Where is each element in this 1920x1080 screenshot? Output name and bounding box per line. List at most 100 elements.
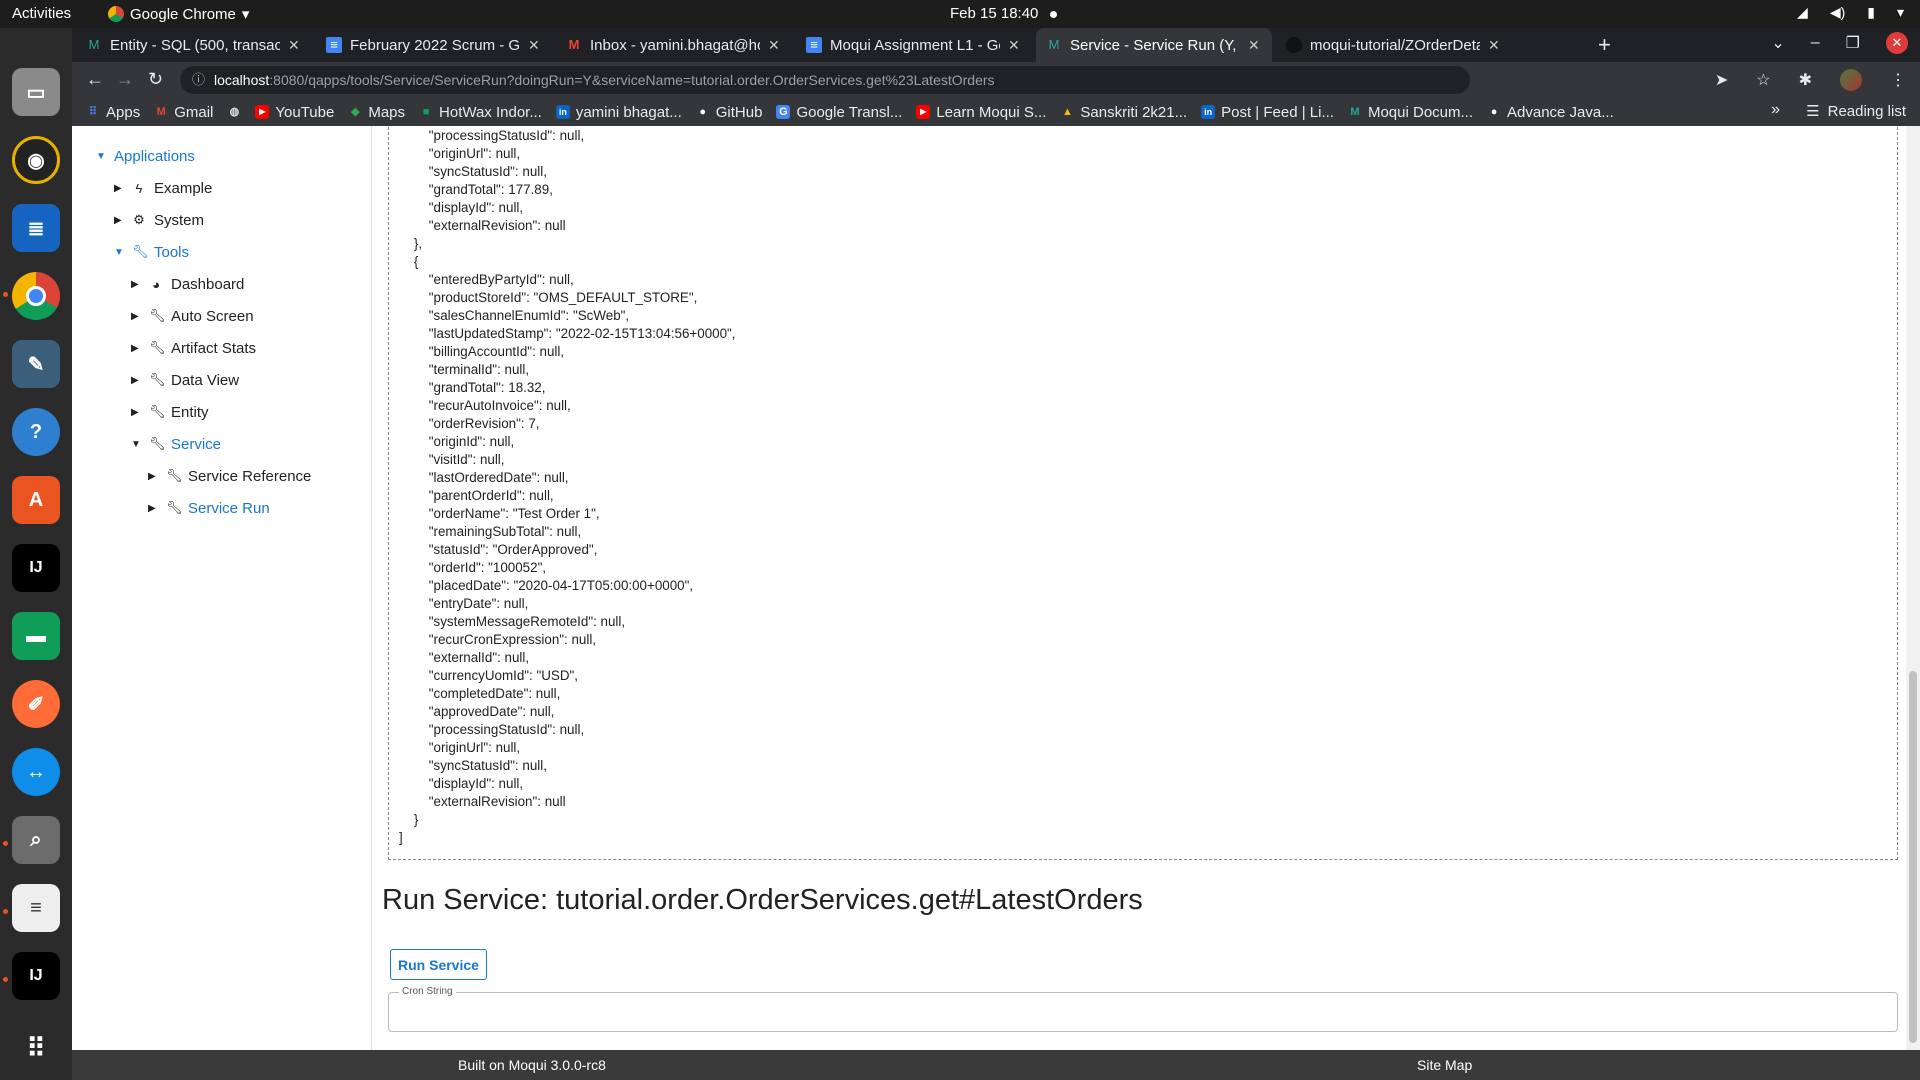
postman-icon[interactable]: ✐ [12, 680, 60, 728]
moqui-icon: M [88, 37, 100, 52]
sidebar-item-system[interactable]: ▶ ⚙ System [114, 210, 204, 230]
bookmark-label: Post | Feed | Li... [1221, 103, 1334, 121]
menu-icon[interactable]: ⋮ [1890, 70, 1906, 90]
bookmark-linkedin-feed[interactable]: in Post | Feed | Li... [1201, 104, 1334, 121]
bookmark-learn-moqui[interactable]: ▶ Learn Moqui S... [916, 104, 1046, 121]
tab-strip: M Entity - SQL (500, transaction ✕ ≡ Feb… [72, 28, 1920, 62]
app-menu[interactable]: Google Chrome ▾ [108, 5, 249, 23]
rhythmbox-icon[interactable]: ◉ [12, 136, 60, 184]
sidebar-item-service-reference[interactable]: ▶ 🔧︎ Service Reference [148, 466, 311, 486]
chevron-right-icon: ▶ [131, 310, 139, 322]
intellij-icon[interactable]: IJ [12, 952, 60, 1000]
help-icon[interactable]: ? [12, 408, 60, 456]
sidebar-item-data-view[interactable]: ▶ 🔧︎ Data View [131, 370, 239, 390]
intellij-icon[interactable]: IJ [12, 544, 60, 592]
close-icon[interactable]: ✕ [528, 37, 542, 54]
sidebar-item-applications[interactable]: ▼ Applications [96, 146, 195, 166]
battery-icon: ▮ [1867, 4, 1875, 20]
avatar[interactable] [1840, 69, 1862, 91]
system-top-bar: Activities Google Chrome ▾ Feb 15 18:40 … [0, 0, 1920, 28]
sidebar-item-label: Entity [171, 403, 209, 421]
sidebar-item-example[interactable]: ▶ ϟ Example [114, 178, 212, 198]
back-icon[interactable]: ← [86, 69, 104, 90]
tab[interactable]: ≡ Moqui Assignment L1 - Google ✕ [796, 28, 1032, 62]
activities-button[interactable]: Activities [12, 5, 71, 22]
close-window-icon[interactable]: ✕ [1886, 32, 1908, 54]
extensions-icon[interactable]: ✱ [1799, 70, 1812, 90]
sidebar-item-label: System [154, 211, 205, 229]
wrench-icon: 🔧︎ [149, 436, 166, 451]
close-icon[interactable]: ✕ [1248, 37, 1262, 54]
close-icon[interactable]: ✕ [1488, 37, 1502, 54]
close-icon[interactable]: ✕ [1008, 37, 1022, 54]
wrench-icon: 🔧︎ [149, 372, 166, 387]
sidebar-item-entity[interactable]: ▶ 🔧︎ Entity [131, 402, 209, 422]
address-bar[interactable]: ⓘ localhost:8080/qapps/tools/Service/Ser… [180, 66, 1470, 94]
new-tab-button[interactable]: + [1598, 32, 1611, 58]
tab-title: February 2022 Scrum - Google [350, 36, 520, 54]
bookmark-globe[interactable]: ◍ [227, 105, 241, 119]
site-map-link[interactable]: Site Map [1417, 1057, 1472, 1073]
sidebar-item-service-run[interactable]: ▶ 🔧︎ Service Run [148, 498, 270, 518]
tab-search-icon[interactable]: ⌄ [1771, 33, 1784, 53]
files-icon[interactable]: ▭ [12, 68, 60, 116]
bookmark-moqui-docs[interactable]: M Moqui Docum... [1348, 104, 1473, 121]
minimize-icon[interactable]: – [1811, 34, 1820, 52]
sidebar-item-service[interactable]: ▼ 🔧︎ Service [131, 434, 221, 454]
chat-icon[interactable]: ▬ [12, 612, 60, 660]
reload-icon[interactable]: ↻ [148, 69, 163, 90]
bookmark-youtube[interactable]: ▶ YouTube [255, 104, 334, 121]
info-icon[interactable]: ⓘ [192, 66, 205, 94]
more-bookmarks-button[interactable]: » [1771, 101, 1780, 119]
tab[interactable]: M Inbox - yamini.bhagat@hotwax ✕ [556, 28, 792, 62]
search-icon[interactable]: ⌕ [12, 816, 60, 864]
bookmark-apps[interactable]: ⠿ Apps [86, 104, 140, 121]
cron-string-input[interactable] [399, 1003, 1879, 1025]
bookmark-maps[interactable]: ◆ Maps [348, 104, 405, 121]
bookmark-gmail[interactable]: M Gmail [154, 103, 214, 121]
sidebar-item-tools[interactable]: ▼ 🔧︎ Tools [114, 242, 189, 262]
bookmark-advance-java[interactable]: ● Advance Java... [1487, 104, 1614, 121]
sidebar-item-artifact-stats[interactable]: ▶ 🔧︎ Artifact Stats [131, 338, 256, 358]
close-icon[interactable]: ✕ [288, 37, 302, 54]
tab[interactable]: ≡ February 2022 Scrum - Google ✕ [316, 28, 552, 62]
restore-icon[interactable]: ❐ [1846, 33, 1860, 53]
text-editor-icon[interactable]: ≡ [12, 884, 60, 932]
tab[interactable]: moqui-tutorial/ZOrderDetail ✕ [1276, 28, 1512, 62]
bookmark-github[interactable]: ● GitHub [696, 104, 762, 121]
page-scrollbar[interactable] [1906, 126, 1920, 1050]
forward-icon[interactable]: → [116, 69, 134, 90]
clock[interactable]: Feb 15 18:40 [950, 5, 1058, 22]
chrome-icon [108, 6, 124, 22]
close-icon[interactable]: ✕ [768, 37, 782, 54]
send-icon[interactable]: ➤ [1715, 70, 1728, 90]
mysql-workbench-icon[interactable]: ✎ [12, 340, 60, 388]
teamviewer-icon[interactable]: ↔ [12, 748, 60, 796]
run-service-button[interactable]: Run Service [390, 949, 487, 980]
scrollbar-thumb[interactable] [1909, 671, 1917, 1043]
bookmark-sanskriti[interactable]: ▲ Sanskriti 2k21... [1060, 104, 1187, 121]
tab[interactable]: M Entity - SQL (500, transaction ✕ [76, 28, 312, 62]
show-applications-icon[interactable]: ⠿ [12, 1024, 60, 1072]
chrome-icon[interactable] [12, 272, 60, 320]
bookmark-hotwax[interactable]: ■ HotWax Indor... [419, 104, 542, 121]
reading-list-button[interactable]: ☰ Reading list [1806, 102, 1906, 121]
tab-active[interactable]: M Service - Service Run (Y, Serv ✕ [1036, 28, 1272, 62]
cron-string-field[interactable]: Cron String [388, 986, 1898, 1032]
bookmark-linkedin-profile[interactable]: in yamini bhagat... [555, 104, 682, 121]
sidebar-item-label: Service Reference [188, 467, 312, 485]
bookmark-google-translate[interactable]: G Google Transl... [776, 104, 902, 121]
youtube-icon: ▶ [255, 105, 270, 119]
chevron-down-icon: ▼ [114, 246, 124, 258]
star-icon[interactable]: ☆ [1756, 70, 1770, 90]
software-center-icon[interactable]: A [12, 476, 60, 524]
writer-icon[interactable]: ≣ [12, 204, 60, 252]
sidebar-item-auto-screen[interactable]: ▶ 🔧︎ Auto Screen [131, 306, 254, 326]
wrench-icon: 🔧︎ [149, 308, 166, 323]
system-tray[interactable]: ◢ ◀) ▮ ▾ [1797, 4, 1904, 21]
window-controls: ⌄ – ❐ ✕ [1771, 32, 1908, 54]
bookmark-label: Gmail [174, 103, 214, 121]
volume-icon: ◀) [1829, 4, 1846, 20]
sidebar-item-dashboard[interactable]: ▶ ◕ Dashboard [131, 274, 244, 294]
main-content: "approvedDate": null, "processingStatusI… [372, 126, 1920, 1050]
